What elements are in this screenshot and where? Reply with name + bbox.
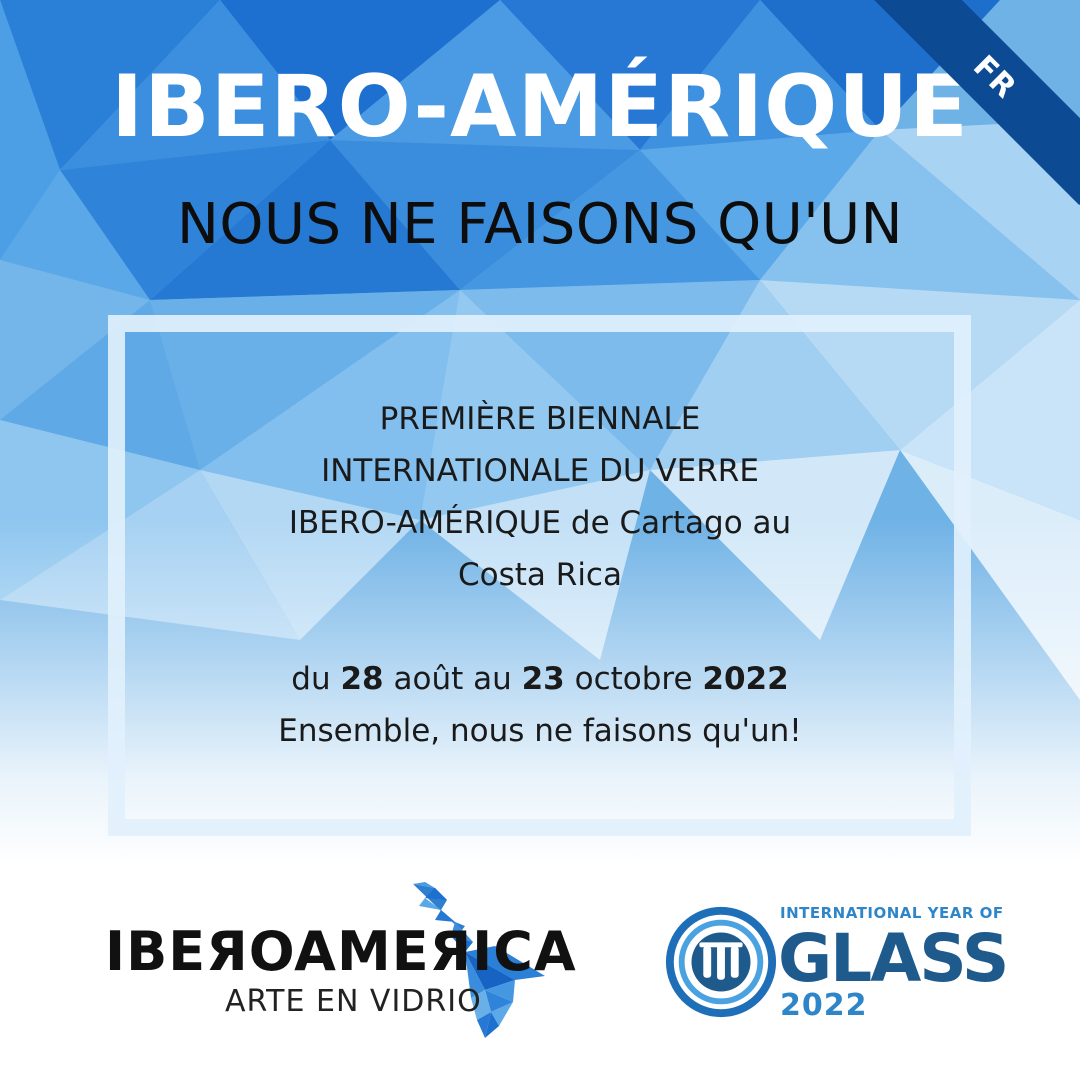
language-badge: FR	[966, 48, 1024, 106]
iberoamerica-tagline: ARTE EN VIDRIO	[225, 984, 482, 1019]
announcement-line: Costa Rica	[458, 557, 622, 593]
start-day: 28	[340, 661, 384, 697]
closing-line: Ensemble, nous ne faisons qu'un!	[278, 713, 802, 749]
glass-year-emblem-icon	[665, 906, 777, 1018]
announcement-line: PREMIÈRE BIENNALE	[379, 401, 701, 437]
date-prefix: du	[291, 661, 331, 697]
glass-logo-word: GLASS	[778, 920, 1009, 997]
start-month: août au	[393, 661, 512, 697]
announcement-text: PREMIÈRE BIENNALE INTERNATIONALE DU VERR…	[180, 393, 900, 757]
international-year-of-glass-logo: INTERNATIONAL YEAR OF GLASS 2022	[662, 888, 1009, 1028]
end-month: octobre	[574, 661, 693, 697]
date-line: du 28 août au 23 octobre 2022	[180, 653, 900, 705]
iberoamerica-wordmark: IBEЯOAMEЯICA	[105, 920, 577, 983]
main-title: IBERO-AMÉRIQUE	[111, 57, 969, 157]
iberoamerica-logo: IBEЯOAMEЯICA ARTE EN VIDRIO	[105, 880, 576, 1040]
announcement-line: INTERNATIONALE DU VERRE	[321, 453, 759, 489]
poster: IBERO-AMÉRIQUE NOUS NE FAISONS QU'UN FR …	[0, 0, 1080, 1080]
announcement-line: IBERO-AMÉRIQUE de Cartago au	[288, 505, 792, 541]
glass-logo-year: 2022	[780, 988, 868, 1023]
end-day: 23	[521, 661, 565, 697]
year: 2022	[702, 661, 789, 697]
subtitle: NOUS NE FAISONS QU'UN	[177, 192, 903, 257]
